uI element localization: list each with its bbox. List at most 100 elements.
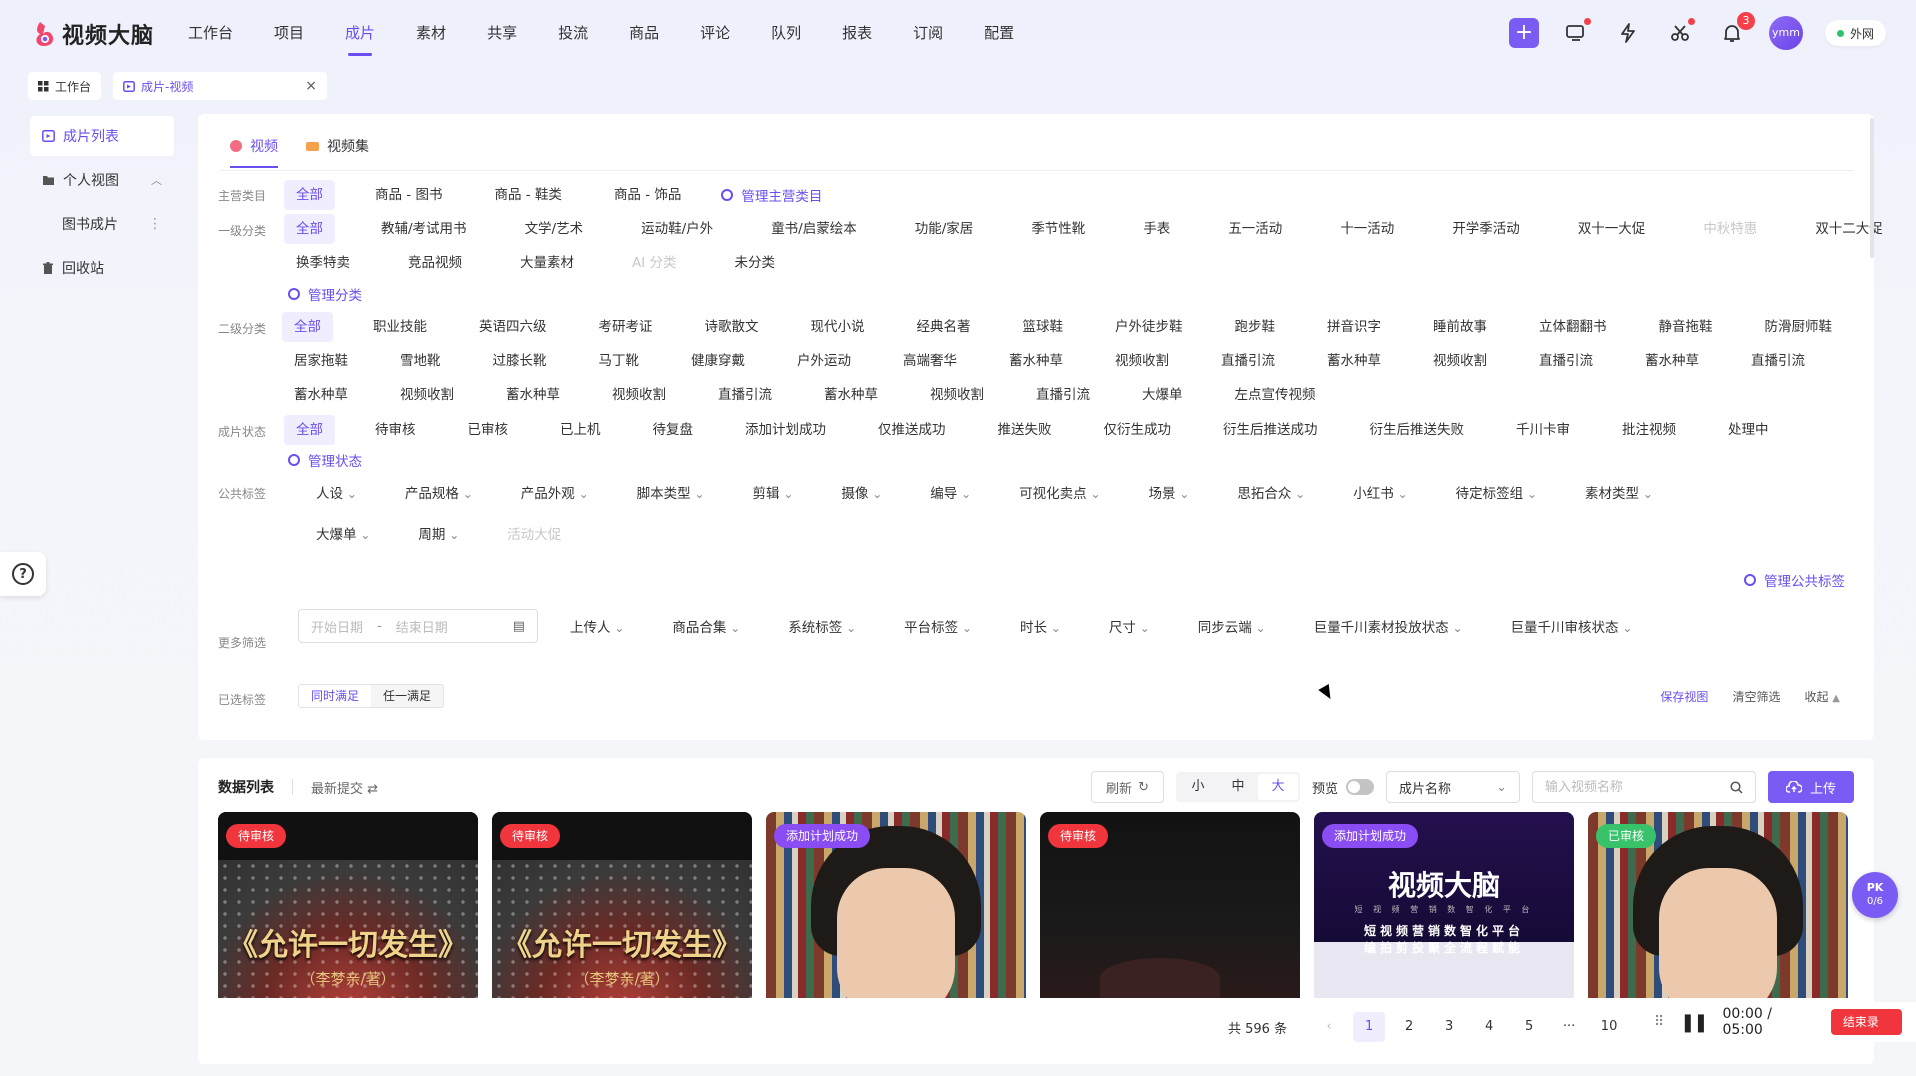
nav-item[interactable]: 评论 — [700, 0, 730, 66]
filter-option[interactable]: 高端奢华 — [891, 346, 969, 376]
filter-option[interactable]: 户外运动 — [785, 346, 863, 376]
tab-video-sets[interactable]: 视频集 — [306, 124, 369, 168]
close-icon[interactable]: × — [305, 78, 317, 94]
filter-option[interactable]: 直播引流 — [1527, 346, 1605, 376]
filter-option[interactable]: 未分类 — [723, 248, 788, 278]
filter-option[interactable]: 批注视频 — [1610, 415, 1688, 445]
filter-dropdown[interactable]: 思拓合众 — [1237, 482, 1305, 502]
match-all-option[interactable]: 同时满足 — [299, 685, 372, 707]
filter-dropdown[interactable]: 上传人 — [570, 616, 624, 636]
pause-icon[interactable]: ❚❚ — [1680, 1012, 1708, 1033]
filter-option[interactable]: 诗歌散文 — [693, 312, 771, 342]
manage-status-link[interactable]: 管理状态 — [288, 450, 362, 470]
nav-item[interactable]: 商品 — [629, 0, 659, 66]
filter-option[interactable]: 健康穿戴 — [679, 346, 757, 376]
filter-option[interactable]: 左点宣传视频 — [1223, 380, 1328, 410]
sidebar-item-list[interactable]: 成片列表 — [30, 116, 174, 156]
page-button[interactable]: 10 — [1593, 1012, 1625, 1042]
create-button[interactable]: + — [1508, 18, 1539, 48]
filter-option[interactable]: AI 分类 — [620, 248, 689, 278]
start-date-input[interactable]: 开始日期 — [311, 617, 363, 636]
filter-dropdown[interactable]: 待定标签组 — [1456, 482, 1537, 502]
nav-item[interactable]: 工作台 — [188, 0, 233, 66]
filter-option[interactable]: 直播引流 — [706, 380, 784, 410]
filter-option[interactable]: 职业技能 — [361, 312, 439, 342]
filter-option[interactable]: 衍生后推送失败 — [1358, 415, 1477, 445]
filter-option[interactable]: 仅衍生成功 — [1092, 415, 1184, 445]
filter-option[interactable]: 五一活动 — [1216, 214, 1294, 244]
more-vertical-icon[interactable]: ⋮ — [148, 216, 162, 232]
scrollbar[interactable] — [1870, 118, 1874, 258]
sort-button[interactable]: 最新提交 ⇄ — [311, 778, 378, 797]
filter-dropdown[interactable]: 剪辑 — [753, 482, 794, 502]
filter-option[interactable]: 已审核 — [456, 415, 521, 445]
page-button[interactable]: 4 — [1473, 1012, 1505, 1042]
filter-option[interactable]: 静音拖鞋 — [1647, 312, 1725, 342]
page-button[interactable]: ··· — [1553, 1012, 1585, 1042]
video-card[interactable]: 《允许一切发生》 （李梦亲/著） 待审核 — [492, 812, 752, 998]
filter-option[interactable]: 功能/家居 — [903, 214, 986, 244]
match-any-option[interactable]: 任一满足 — [371, 685, 444, 707]
filter-dropdown[interactable]: 小红书 — [1353, 482, 1407, 502]
video-card[interactable]: 添加计划成功 — [766, 812, 1026, 998]
size-large[interactable]: 大 — [1257, 774, 1298, 800]
filter-option[interactable]: 仅推送成功 — [866, 415, 958, 445]
size-medium[interactable]: 中 — [1218, 774, 1258, 800]
collapse-link[interactable]: 收起 ▲ — [1804, 688, 1840, 705]
filter-option[interactable]: 推送失败 — [986, 415, 1064, 445]
filter-option[interactable]: 视频收割 — [1103, 346, 1181, 376]
filter-option[interactable]: 全部 — [284, 214, 335, 244]
filter-option[interactable]: 季节性靴 — [1019, 214, 1097, 244]
filter-option[interactable]: 竞品视频 — [396, 248, 474, 278]
nav-item[interactable]: 投流 — [558, 0, 588, 66]
filter-dropdown[interactable]: 场景 — [1149, 482, 1190, 502]
filter-option[interactable]: 视频收割 — [600, 380, 678, 410]
filter-dropdown[interactable]: 巨量千川审核状态 — [1511, 616, 1633, 636]
filter-option[interactable]: 换季特卖 — [284, 248, 362, 278]
filter-option[interactable]: 英语四六级 — [467, 312, 559, 342]
filter-option[interactable]: 过膝长靴 — [481, 346, 559, 376]
filter-option[interactable]: 商品 - 饰品 — [602, 180, 693, 210]
filter-option[interactable]: 拼音识字 — [1315, 312, 1393, 342]
prev-page-button[interactable]: ‹ — [1313, 1012, 1345, 1042]
page-button[interactable]: 5 — [1513, 1012, 1545, 1042]
filter-option[interactable]: 待审核 — [363, 415, 428, 445]
filter-option[interactable]: 开学季活动 — [1440, 214, 1532, 244]
page-button[interactable]: 3 — [1433, 1012, 1465, 1042]
nav-item[interactable]: 队列 — [771, 0, 801, 66]
notifications-button[interactable]: 3 — [1717, 12, 1755, 48]
filter-option[interactable]: 跑步鞋 — [1223, 312, 1288, 342]
nav-item[interactable]: 素材 — [416, 0, 446, 66]
filter-option[interactable]: 蓄水种草 — [812, 380, 890, 410]
filter-option[interactable]: 待复盘 — [641, 415, 706, 445]
size-small[interactable]: 小 — [1178, 774, 1218, 800]
filter-option[interactable]: 经典名著 — [905, 312, 983, 342]
preview-toggle[interactable] — [1345, 779, 1374, 795]
filter-option[interactable]: 添加计划成功 — [733, 415, 838, 445]
filter-option[interactable]: 户外徒步鞋 — [1103, 312, 1195, 342]
filter-option[interactable]: 防滑厨师鞋 — [1753, 312, 1845, 342]
clear-filters-link[interactable]: 清空筛选 — [1732, 688, 1780, 705]
filter-dropdown[interactable]: 平台标签 — [904, 616, 972, 636]
app-logo[interactable]: 视频大脑 — [34, 18, 154, 50]
filter-option[interactable]: 蓄水种草 — [494, 380, 572, 410]
filter-option[interactable]: 大爆单 — [1130, 380, 1195, 410]
nav-item[interactable]: 项目 — [274, 0, 304, 66]
filter-option[interactable]: 蓄水种草 — [1315, 346, 1393, 376]
nav-item[interactable]: 配置 — [984, 0, 1014, 66]
filter-option[interactable]: 雪地靴 — [388, 346, 453, 376]
tab-video[interactable]: 成片-视频 × — [113, 72, 328, 100]
filter-option[interactable]: 睡前故事 — [1421, 312, 1499, 342]
filter-dropdown[interactable]: 大爆单 — [316, 523, 370, 543]
video-card[interactable]: 待审核 — [1040, 812, 1300, 998]
drag-handle-icon[interactable]: ⠿ — [1654, 1014, 1664, 1030]
filter-dropdown[interactable]: 周期 — [418, 523, 459, 543]
filter-option[interactable]: 蓄水种草 — [282, 380, 360, 410]
filter-option[interactable]: 全部 — [284, 415, 335, 445]
filter-option[interactable]: 全部 — [282, 312, 333, 342]
filter-option[interactable]: 十一活动 — [1328, 214, 1406, 244]
calendar-icon[interactable]: ▤ — [513, 619, 525, 634]
network-switch[interactable]: 外网 — [1824, 20, 1886, 46]
search-input[interactable] — [1544, 779, 1715, 795]
filter-option[interactable]: 千川卡审 — [1504, 415, 1582, 445]
